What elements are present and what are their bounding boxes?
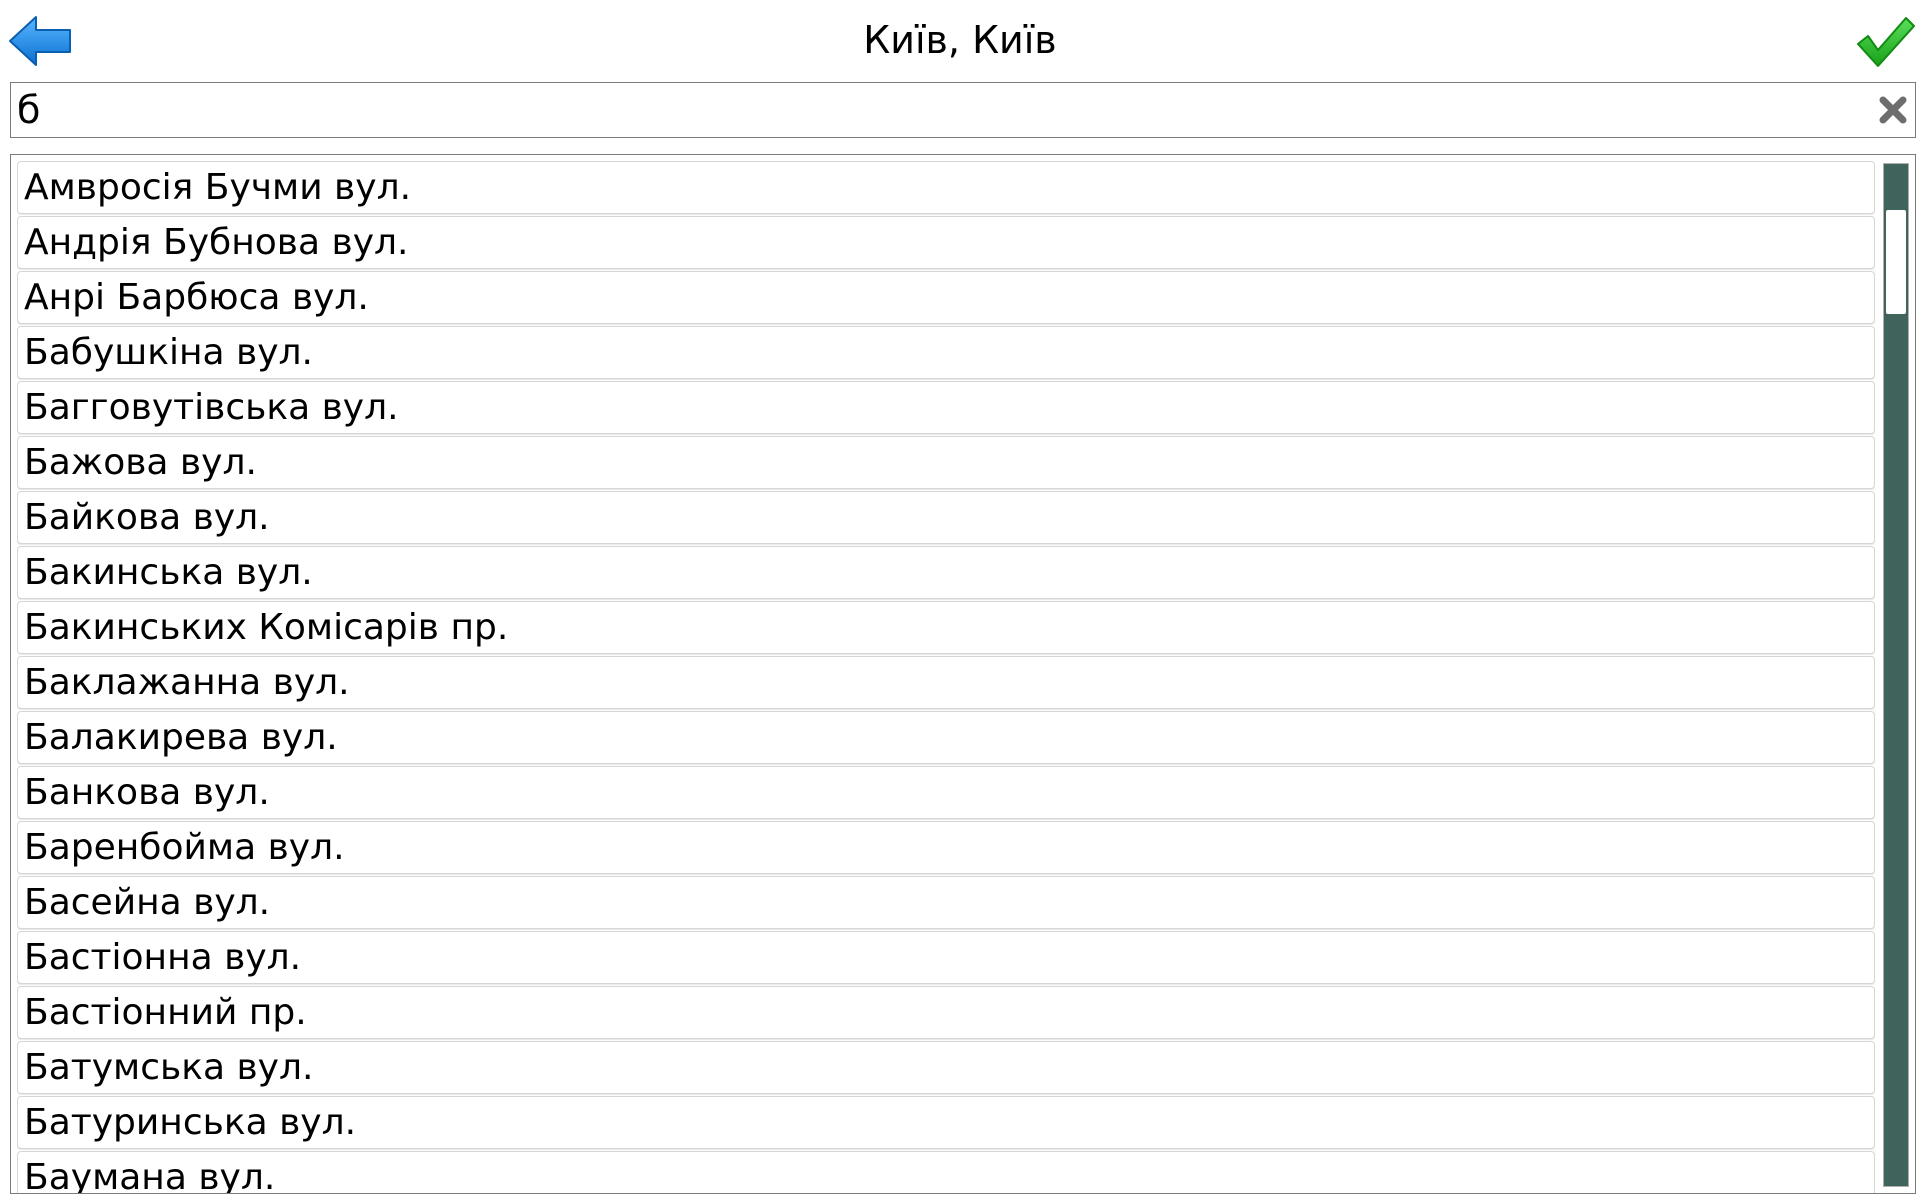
list-item[interactable]: Андрія Бубнова вул. [17, 216, 1875, 269]
checkmark-icon [1857, 17, 1915, 67]
list-item[interactable]: Баклажанна вул. [17, 656, 1875, 709]
list-item[interactable]: Басейна вул. [17, 876, 1875, 929]
list-item[interactable]: Багговутівська вул. [17, 381, 1875, 434]
close-x-icon [1879, 96, 1907, 124]
list-item[interactable]: Батуринська вул. [17, 1096, 1875, 1149]
search-input[interactable] [11, 83, 1851, 137]
clear-search-button[interactable] [1879, 96, 1907, 124]
list-item[interactable]: Баумана вул. [17, 1151, 1875, 1193]
list-item[interactable]: Банкова вул. [17, 766, 1875, 819]
search-field[interactable] [10, 82, 1916, 138]
list-item[interactable]: Бастіонна вул. [17, 931, 1875, 984]
list-item[interactable]: Бакинських Комісарів пр. [17, 601, 1875, 654]
list-item[interactable]: Батумська вул. [17, 1041, 1875, 1094]
list-item[interactable]: Баренбойма вул. [17, 821, 1875, 874]
list-item[interactable]: Бакинська вул. [17, 546, 1875, 599]
list-item[interactable]: Байкова вул. [17, 491, 1875, 544]
scrollbar-thumb[interactable] [1886, 210, 1906, 314]
street-list[interactable]: Амвросія Бучми вул. Андрія Бубнова вул. … [17, 161, 1875, 1193]
street-list-panel: Амвросія Бучми вул. Андрія Бубнова вул. … [10, 154, 1916, 1194]
list-item[interactable]: Бабушкіна вул. [17, 326, 1875, 379]
header-bar: Київ, Київ [0, 0, 1920, 80]
page-title: Київ, Київ [863, 18, 1057, 62]
scrollbar[interactable] [1883, 163, 1909, 1187]
list-item[interactable]: Амвросія Бучми вул. [17, 161, 1875, 214]
confirm-button[interactable] [1856, 14, 1916, 70]
list-item[interactable]: Анрі Барбюса вул. [17, 271, 1875, 324]
list-item[interactable]: Бастіонний пр. [17, 986, 1875, 1039]
list-item[interactable]: Балакирева вул. [17, 711, 1875, 764]
list-item[interactable]: Бажова вул. [17, 436, 1875, 489]
